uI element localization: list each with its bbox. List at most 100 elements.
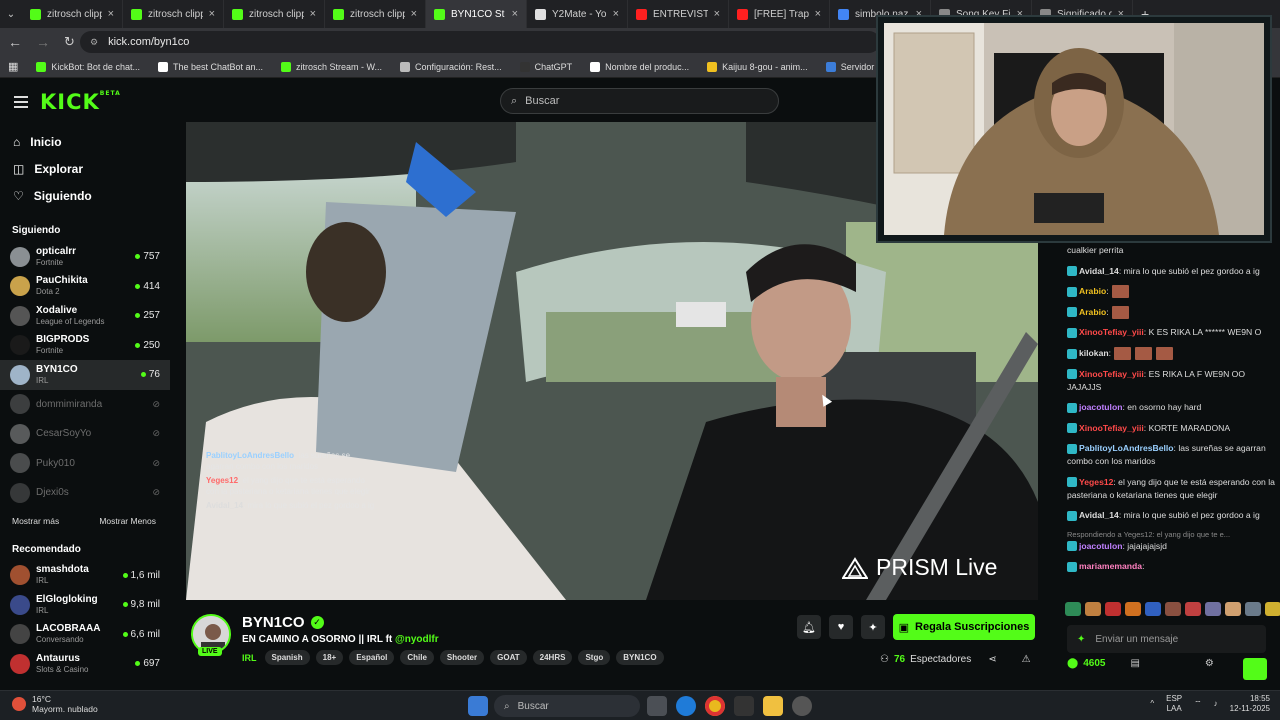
stream-tag[interactable]: BYN1CO [616, 650, 664, 665]
task-view-icon[interactable] [647, 696, 667, 716]
stream-tag[interactable]: Shooter [439, 650, 485, 665]
close-tab-icon[interactable]: × [714, 8, 720, 20]
show-less-button[interactable]: Mostrar Menos [99, 516, 156, 526]
close-tab-icon[interactable]: × [108, 8, 114, 20]
gift-subs-button[interactable]: ▣ Regala Suscripciones [893, 614, 1035, 640]
browser-tab[interactable]: zitrosch clippe × [325, 0, 426, 28]
chevron-up-icon[interactable]: ^ [1150, 699, 1154, 709]
stream-tag[interactable]: Spanish [264, 650, 310, 665]
close-tab-icon[interactable]: × [310, 8, 316, 20]
close-tab-icon[interactable]: × [815, 8, 821, 20]
sidebar-channel[interactable]: dommimiranda ⊘ [0, 390, 170, 420]
tab-search-icon[interactable]: ⌄ [0, 9, 22, 20]
nav-explorar[interactable]: ◫ Explorar [0, 155, 170, 182]
close-tab-icon[interactable]: × [411, 8, 417, 20]
emote-icon[interactable] [1065, 602, 1081, 616]
category-link[interactable]: IRL [242, 653, 257, 663]
sidebar-channel[interactable]: BYN1CO IRL 76 [0, 360, 170, 390]
sidebar-channel[interactable]: CesarSoyYo ⊘ [0, 419, 170, 449]
taskbar-search[interactable]: ⌕ Buscar [494, 695, 640, 717]
bookmark[interactable]: Configuración: Rest... [400, 61, 502, 72]
close-tab-icon[interactable]: × [613, 8, 619, 20]
chat-username[interactable]: Yeges12 [1079, 477, 1113, 487]
terminal-icon[interactable] [734, 696, 754, 716]
channel-points[interactable]: ⬤ 4605 ▤ ⚙ [1067, 658, 1267, 669]
clock[interactable]: 18:55 12-11-2025 [1230, 694, 1270, 714]
emote-picker-icon[interactable]: ✦ [1077, 634, 1085, 645]
sidebar-channel[interactable]: Antaurus Slots & Casino 697 [0, 649, 170, 679]
volume-icon[interactable]: ♪ [1214, 699, 1218, 709]
mention-link[interactable]: @nyodlfr [395, 634, 439, 645]
kick-logo[interactable]: KICKBETA [40, 90, 121, 114]
browser-tab[interactable]: [FREE] Trap Typ × [729, 0, 830, 28]
hamburger-menu-icon[interactable] [14, 96, 28, 111]
file-explorer-icon[interactable] [763, 696, 783, 716]
language-indicator[interactable]: ESP LAA [1166, 694, 1182, 714]
sidebar-channel[interactable]: ElGlogloking IRL 9,8 mil [0, 590, 170, 620]
notification-bell-button[interactable]: 🔔︎ [797, 615, 821, 639]
sidebar-channel[interactable]: PauChikita Dota 2 414 [0, 272, 170, 302]
chat-username[interactable]: mariamemanda [1079, 561, 1142, 571]
forward-icon[interactable]: → [36, 34, 50, 50]
emote-icon[interactable] [1265, 602, 1280, 616]
chat-username[interactable]: Arabio [1079, 307, 1106, 317]
nav-inicio[interactable]: ⌂ Inicio [0, 128, 170, 155]
chat-username[interactable]: joacotulon [1079, 541, 1122, 551]
chat-username[interactable]: joacotulon [1079, 402, 1122, 412]
sidebar-channel[interactable]: opticalrr Fortnite 757 [0, 242, 170, 272]
bookmark[interactable]: KickBot: Bot de chat... [36, 61, 140, 72]
search-input[interactable]: ⌕ Buscar [500, 88, 779, 114]
emote-icon[interactable] [1205, 602, 1221, 616]
sidebar-channel[interactable]: Puky010 ⊘ [0, 449, 170, 479]
emote-icon[interactable] [1085, 602, 1101, 616]
show-more-button[interactable]: Mostrar más [12, 516, 59, 526]
browser-tab[interactable]: zitrosch clippe × [22, 0, 123, 28]
browser-tab[interactable]: zitrosch clippe × [123, 0, 224, 28]
browser-tab[interactable]: Y2Mate - YouT × [527, 0, 628, 28]
settings-icon[interactable]: ⚙ [1205, 658, 1214, 669]
browser-tab[interactable]: ENTREVISTA c × [628, 0, 729, 28]
sidebar-channel[interactable]: LACOBRAAA Conversando 6,6 mil [0, 620, 170, 650]
gift-button[interactable]: ✦ [861, 615, 885, 639]
send-chat-button[interactable] [1243, 658, 1267, 680]
edge-icon[interactable] [676, 696, 696, 716]
bookmark[interactable]: The best ChatBot an... [157, 61, 263, 72]
emote-icon[interactable] [1245, 602, 1261, 616]
chat-username[interactable]: XinooTefiay_yiii [1079, 369, 1144, 379]
chat-input[interactable]: ✦ Enviar un mensaje [1067, 625, 1266, 653]
stream-tag[interactable]: Español [349, 650, 395, 665]
chrome-icon[interactable] [705, 696, 725, 716]
nav-siguiendo[interactable]: ♡ Siguiendo [0, 182, 170, 209]
emote-icon[interactable] [1145, 602, 1161, 616]
chat-username[interactable]: Avidal_14 [1079, 266, 1119, 276]
chat-username[interactable]: XinooTefiay_yiii [1079, 423, 1144, 433]
close-tab-icon[interactable]: × [209, 8, 215, 20]
report-icon[interactable]: ⚠ [1022, 654, 1031, 665]
chat-username[interactable]: XinooTefiay_yiii [1079, 327, 1144, 337]
stream-tag[interactable]: 18+ [315, 650, 344, 665]
stream-tag[interactable]: Chile [400, 650, 434, 665]
bookmark[interactable]: Nombre del produc... [590, 61, 689, 72]
stream-tag[interactable]: 24HRS [532, 650, 573, 665]
sidebar-channel[interactable]: Djexi0s ⊘ [0, 478, 170, 508]
stream-tag[interactable]: Stgo [578, 650, 611, 665]
start-icon[interactable] [468, 696, 488, 716]
site-info-icon[interactable]: ⚙ [90, 37, 98, 48]
streamer-name[interactable]: BYN1CO ✓ [242, 614, 324, 631]
sidebar-channel[interactable]: BIGPRODS Fortnite 250 [0, 331, 170, 361]
wifi-icon[interactable]: ⌔ [1194, 699, 1202, 709]
chat-username[interactable]: Arabio [1079, 286, 1106, 296]
app-icon[interactable] [792, 696, 812, 716]
emote-icon[interactable] [1165, 602, 1181, 616]
browser-tab[interactable]: BYN1CO St × [426, 0, 527, 28]
chat-username[interactable]: Avidal_14 [1079, 510, 1119, 520]
follow-button[interactable]: ♥ [829, 615, 853, 639]
sidebar-channel[interactable]: smashdota IRL 1,6 mil [0, 561, 170, 591]
url-field[interactable]: ⚙ kick.com/byn1co [80, 31, 880, 53]
share-icon[interactable]: ⋖ [988, 654, 996, 665]
bookmark[interactable]: zitrosch Stream - W... [281, 61, 382, 72]
gift-chest-icon[interactable]: ▤ [1130, 658, 1139, 669]
sidebar-channel[interactable]: Xodalive League of Legends 257 [0, 301, 170, 331]
weather-widget[interactable]: 16°C Mayorm. nublado [12, 694, 98, 714]
apps-icon[interactable]: ▦ [8, 60, 18, 73]
